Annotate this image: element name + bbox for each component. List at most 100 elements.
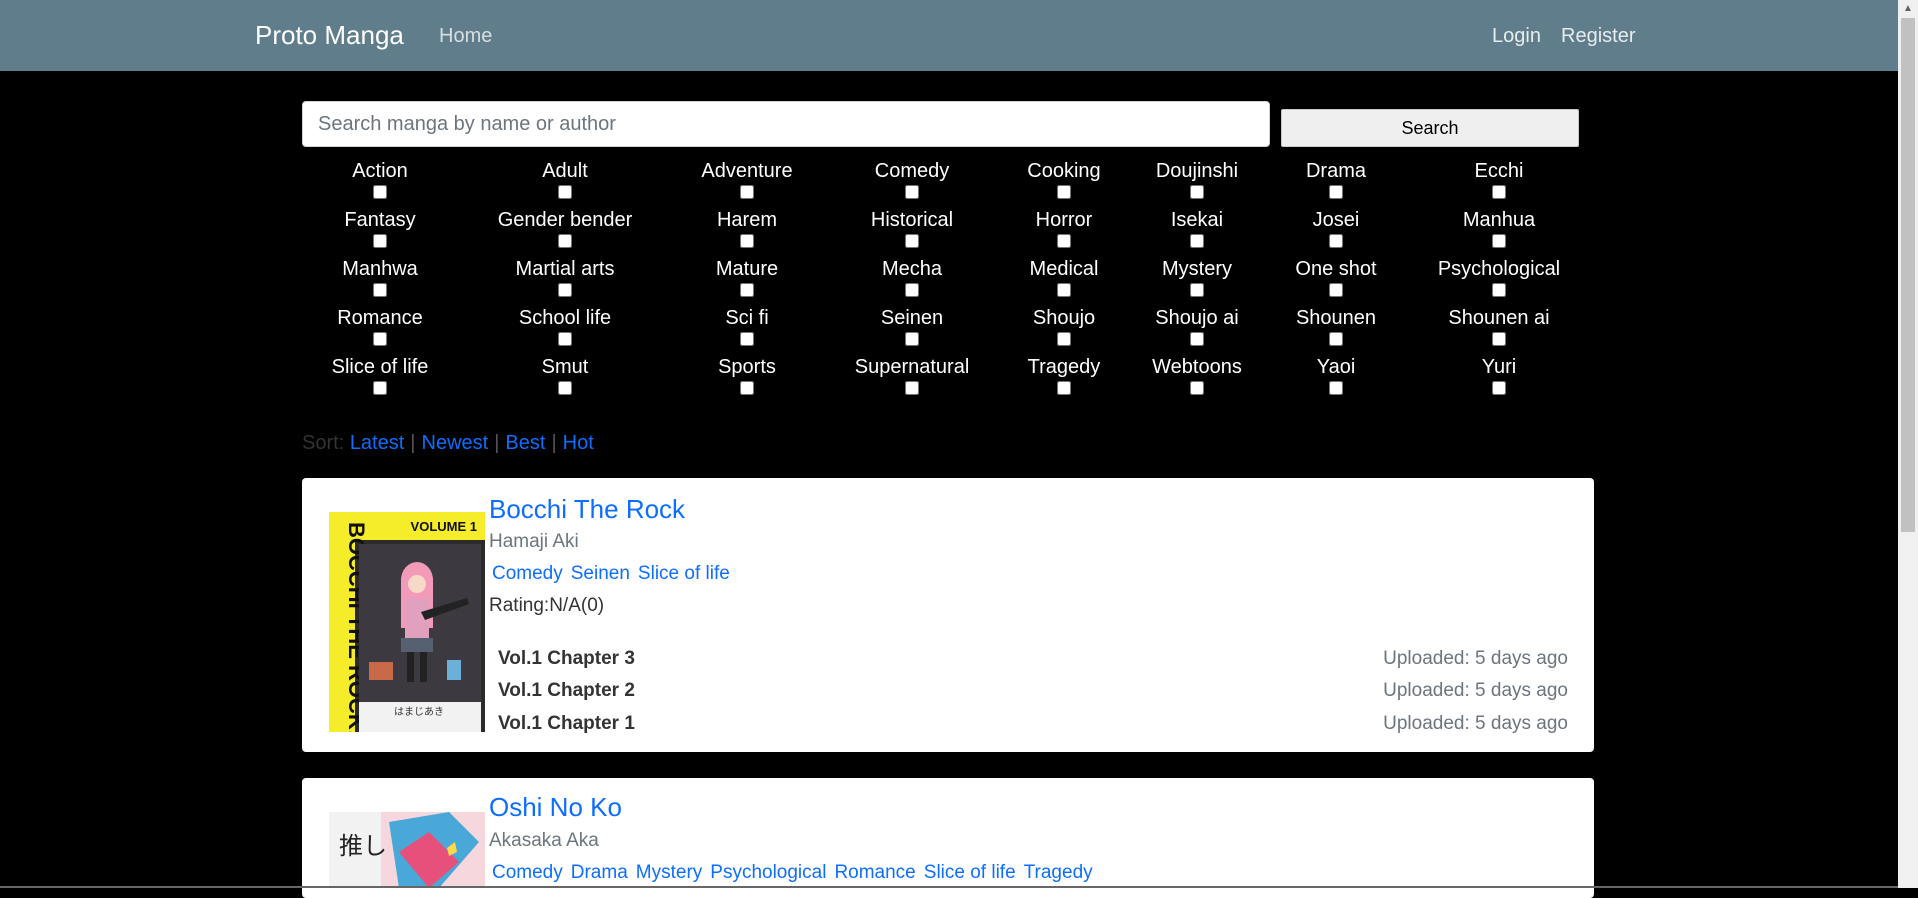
tag-link[interactable]: Slice of life [924, 862, 1016, 883]
genre-checkbox[interactable] [1190, 234, 1204, 248]
genre-checkbox[interactable] [373, 185, 387, 199]
genre-checkbox[interactable] [740, 332, 754, 346]
genre-filter: Sci fi [657, 307, 837, 346]
chapter-link[interactable]: Vol.1 Chapter 1 [498, 713, 635, 735]
brand-logo[interactable]: Proto Manga [255, 20, 404, 51]
genre-checkbox[interactable] [740, 234, 754, 248]
search-input[interactable] [302, 101, 1270, 147]
genre-checkbox[interactable] [1329, 185, 1343, 199]
genre-checkbox[interactable] [373, 234, 387, 248]
genre-filter: Adventure [657, 160, 837, 199]
genre-checkbox[interactable] [1190, 332, 1204, 346]
genre-checkbox[interactable] [1329, 381, 1343, 395]
tag-link[interactable]: Tragedy [1024, 862, 1093, 883]
genre-checkbox[interactable] [558, 283, 572, 297]
genre-checkbox[interactable] [1057, 381, 1071, 395]
page-scrollbar[interactable]: ▲ [1898, 0, 1918, 888]
chapter-link[interactable]: Vol.1 Chapter 3 [498, 648, 635, 670]
nav-register-link[interactable]: Register [1561, 25, 1635, 48]
genre-label: One shot [1295, 258, 1377, 280]
genre-filter: School life [475, 307, 655, 346]
tag-link[interactable]: Slice of life [638, 563, 730, 584]
tag-link[interactable]: Mystery [636, 862, 703, 883]
genre-checkbox[interactable] [1329, 234, 1343, 248]
genre-filter: Manhwa [290, 258, 470, 297]
genre-checkbox[interactable] [905, 381, 919, 395]
genre-checkbox[interactable] [740, 185, 754, 199]
genre-label: Drama [1305, 160, 1366, 182]
tag-link[interactable]: Drama [571, 862, 628, 883]
genre-label: Shounen ai [1448, 307, 1550, 329]
nav-home-link[interactable]: Home [439, 25, 492, 48]
genre-filter: Martial arts [475, 258, 655, 297]
genre-label: Josei [1312, 209, 1360, 231]
sort-newest-link[interactable]: Newest [422, 432, 489, 454]
tag-link[interactable]: Romance [834, 862, 915, 883]
sort-best-link[interactable]: Best [505, 432, 545, 454]
genre-checkbox[interactable] [558, 332, 572, 346]
genre-checkbox[interactable] [905, 185, 919, 199]
genre-checkbox[interactable] [373, 381, 387, 395]
genre-checkbox[interactable] [1329, 332, 1343, 346]
genre-checkbox[interactable] [1057, 234, 1071, 248]
genre-checkbox[interactable] [1057, 332, 1071, 346]
genre-checkbox[interactable] [740, 381, 754, 395]
genre-checkbox[interactable] [558, 381, 572, 395]
manga-author: Hamaji Aki [489, 531, 579, 552]
scroll-up-arrow-icon[interactable]: ▲ [1898, 0, 1918, 18]
genre-checkbox[interactable] [558, 234, 572, 248]
genre-checkbox[interactable] [1190, 185, 1204, 199]
cover-author-text: はまじあき [394, 706, 444, 718]
scrollbar-thumb[interactable] [1901, 18, 1915, 532]
genre-filter: Romance [290, 307, 470, 346]
cover-title-text: 推し [339, 832, 387, 860]
manga-cover-image[interactable]: 推し [329, 812, 485, 888]
genre-filter: Gender bender [475, 209, 655, 248]
genre-filter: Adult [475, 160, 655, 199]
nav-login-link[interactable]: Login [1492, 25, 1541, 48]
genre-checkbox[interactable] [905, 234, 919, 248]
genre-checkbox[interactable] [1190, 381, 1204, 395]
genre-label: Adult [542, 160, 588, 182]
genre-filter: Slice of life [290, 356, 470, 395]
tag-link[interactable]: Comedy [492, 563, 563, 584]
genre-checkbox[interactable] [905, 332, 919, 346]
genre-label: Manhwa [342, 258, 418, 280]
genre-filter: Ecchi [1409, 160, 1589, 199]
genre-checkbox[interactable] [373, 332, 387, 346]
genre-checkbox[interactable] [1492, 283, 1506, 297]
manga-rating: Rating:N/A(0) [489, 595, 605, 616]
genre-filter: Sports [657, 356, 837, 395]
manga-cover-image[interactable]: VOLUME 1 BOCCHI THE ROCK! はまじあき [329, 512, 485, 732]
genre-filter: Mature [657, 258, 837, 297]
genre-label: Smut [541, 356, 589, 378]
chapter-link[interactable]: Vol.1 Chapter 2 [498, 680, 635, 702]
manga-title-link[interactable]: Oshi No Ko [489, 792, 622, 823]
search-button[interactable]: Search [1281, 109, 1579, 147]
sort-latest-link[interactable]: Latest [350, 432, 404, 454]
genre-checkbox[interactable] [1492, 234, 1506, 248]
manga-title-link[interactable]: Bocchi The Rock [489, 494, 685, 525]
genre-checkbox[interactable] [1492, 332, 1506, 346]
tag-link[interactable]: Seinen [571, 563, 630, 584]
genre-checkbox[interactable] [558, 185, 572, 199]
tag-link[interactable]: Psychological [710, 862, 826, 883]
sort-separator: | [551, 432, 557, 454]
genre-checkbox[interactable] [1057, 185, 1071, 199]
manga-card: VOLUME 1 BOCCHI THE ROCK! はまじあき Bocchi T… [302, 478, 1594, 752]
sort-hot-link[interactable]: Hot [563, 432, 594, 454]
genre-label: Yaoi [1316, 356, 1356, 378]
genre-checkbox[interactable] [1057, 283, 1071, 297]
tag-link[interactable]: Comedy [492, 862, 563, 883]
genre-checkbox[interactable] [1492, 185, 1506, 199]
genre-label: Sports [718, 356, 776, 378]
genre-checkbox[interactable] [373, 283, 387, 297]
genre-checkbox[interactable] [740, 283, 754, 297]
genre-filter: Harem [657, 209, 837, 248]
genre-checkbox[interactable] [1329, 283, 1343, 297]
genre-checkbox[interactable] [905, 283, 919, 297]
genre-checkbox[interactable] [1492, 381, 1506, 395]
genre-checkbox[interactable] [1190, 283, 1204, 297]
manga-card: 推し Oshi No Ko Akasaka Aka Comedy Drama Mys… [302, 778, 1594, 898]
genre-label: Adventure [701, 160, 793, 182]
